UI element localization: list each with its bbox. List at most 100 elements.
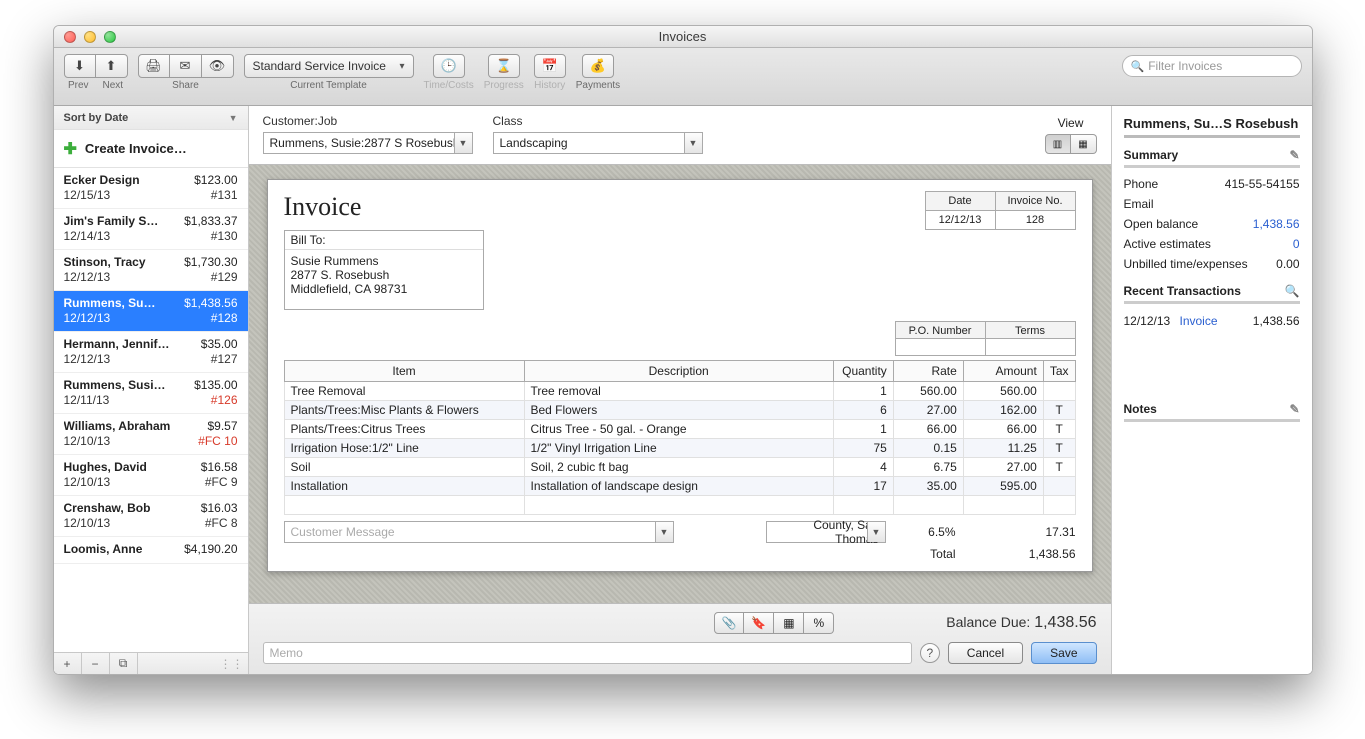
item-amount: $9.57 [198,419,237,433]
memo-placeholder: Memo [270,646,303,660]
close-icon[interactable] [64,31,76,43]
minimize-icon[interactable] [84,31,96,43]
cell-desc: Installation of landscape design [524,477,833,496]
search-input[interactable]: 🔍 Filter Invoices [1122,55,1302,77]
cell-qty: 1 [833,382,893,401]
cell-qty: 17 [833,477,893,496]
table-row-blank[interactable] [284,496,1075,515]
item-number: #128 [184,311,237,325]
item-name: Jim's Family S… [64,214,185,228]
duplicate-button[interactable]: ⧉ [110,653,138,674]
preview-button[interactable]: 👁 [202,54,234,78]
class-field: Class Landscaping ▼ [493,114,703,154]
bill-to-box[interactable]: Bill To: Susie Rummens 2877 S. Rosebush … [284,230,484,310]
history-button[interactable]: 📅 [534,54,566,78]
table-row[interactable]: Irrigation Hose:1/2" Line1/2" Vinyl Irri… [284,439,1075,458]
share-label: Share [172,80,199,91]
progress-button[interactable]: ⌛ [488,54,520,78]
item-date: 12/11/13 [64,393,195,407]
item-number: #130 [184,229,237,243]
class-label: Class [493,114,703,128]
edit-icon[interactable]: ✎ [1289,402,1299,416]
invoice-list-item[interactable]: Ecker Design$123.0012/15/13#131 [54,168,248,209]
help-button[interactable]: ? [920,643,940,663]
progress-label: Progress [484,80,524,91]
customer-field: Customer:Job Rummens, Susie:2877 S Roseb… [263,114,473,154]
cell-rate: 0.15 [893,439,963,458]
payments-button[interactable]: 💰 [582,54,614,78]
table-row[interactable]: SoilSoil, 2 cubic ft bag46.7527.00T [284,458,1075,477]
table-row[interactable]: Plants/Trees:Citrus TreesCitrus Tree - 5… [284,420,1075,439]
memo-input[interactable]: Memo [263,642,912,664]
cancel-button[interactable]: Cancel [948,642,1023,664]
invoice-list-item[interactable]: Williams, Abraham$9.5712/10/13#FC 10 [54,414,248,455]
active-estimates-value[interactable]: 0 [1293,237,1300,251]
invoice-list-item[interactable]: Loomis, Anne$4,190.20 [54,537,248,564]
table-row[interactable]: Tree RemovalTree removal1560.00560.00 [284,382,1075,401]
create-invoice-button[interactable]: ✚ Create Invoice… [54,130,248,168]
cell-qty: 1 [833,420,893,439]
history-group: 📅 History [534,54,566,91]
search-icon[interactable]: 🔍 [1285,284,1300,298]
invoice-list-item[interactable]: Crenshaw, Bob$16.0312/10/13#FC 8 [54,496,248,537]
invoice-no-value[interactable]: 128 [995,210,1076,230]
recent-header: Recent Transactions 🔍 [1124,284,1300,298]
total-label: Total [886,547,956,561]
invoice-list-item[interactable]: Rummens, Susi…$135.0012/11/13#126 [54,373,248,414]
col-qty: Quantity [833,361,893,382]
percent-button[interactable]: % [804,612,834,634]
unbilled-key: Unbilled time/expenses [1124,257,1248,271]
zoom-icon[interactable] [104,31,116,43]
prev-button[interactable]: ⬇ [64,54,96,78]
edit-icon[interactable]: ✎ [1289,148,1299,162]
template-select[interactable]: Standard Service Invoice [244,54,414,78]
mini-toolbar: 📎 🔖 ▦ % [714,612,834,634]
timecosts-button[interactable]: 🕒 [433,54,465,78]
transaction-row[interactable]: 12/12/13 Invoice 1,438.56 [1124,310,1300,332]
table-row[interactable]: Plants/Trees:Misc Plants & FlowersBed Fl… [284,401,1075,420]
bill-to-line: 2877 S. Rosebush [291,268,477,282]
col-rate: Rate [893,361,963,382]
email-button[interactable]: ✉ [170,54,202,78]
next-button[interactable]: ⬆ [96,54,128,78]
class-select[interactable]: Landscaping ▼ [493,132,703,154]
cell-tax: T [1043,420,1075,439]
grid-button[interactable]: ▦ [774,612,804,634]
sort-by-button[interactable]: Sort by Date ▼ [54,106,248,130]
cell-rate: 35.00 [893,477,963,496]
resize-grip-icon[interactable]: ⋮⋮ [220,657,248,671]
invoice-list-item[interactable]: Jim's Family S…$1,833.3712/14/13#130 [54,209,248,250]
search-placeholder: Filter Invoices [1148,59,1222,73]
open-balance-value[interactable]: 1,438.56 [1253,217,1300,231]
add-button[interactable]: + [54,653,82,674]
view-detail-button[interactable]: ▦ [1071,134,1097,154]
item-number: #126 [194,393,237,407]
trans-amount: 1,438.56 [1230,314,1300,328]
timecosts-group: 🕒 Time/Costs [424,54,474,91]
print-button[interactable]: 🖨 [138,54,170,78]
template-group: Standard Service Invoice Current Templat… [244,54,414,91]
save-button[interactable]: Save [1031,642,1096,664]
date-value[interactable]: 12/12/13 [925,210,996,230]
stamp-button[interactable]: 🔖 [744,612,774,634]
customer-select[interactable]: Rummens, Susie:2877 S Rosebush ▼ [263,132,473,154]
terms-value[interactable] [985,338,1076,356]
view-compact-button[interactable]: ▥ [1045,134,1071,154]
remove-button[interactable]: − [82,653,110,674]
invoice-list-item[interactable]: Hermann, Jennif…$35.0012/12/13#127 [54,332,248,373]
invoice-list-item[interactable]: Hughes, David$16.5812/10/13#FC 9 [54,455,248,496]
tax-select[interactable]: County, San Thomas ▼ [766,521,886,543]
cell-rate: 560.00 [893,382,963,401]
attach-button[interactable]: 📎 [714,612,744,634]
calendar-icon: 📅 [542,58,558,74]
table-row[interactable]: InstallationInstallation of landscape de… [284,477,1075,496]
po-value[interactable] [895,338,986,356]
invoice-list-item[interactable]: Stinson, Tracy$1,730.3012/12/13#129 [54,250,248,291]
customer-message-select[interactable]: Customer Message ▼ [284,521,674,543]
invoice-list-item[interactable]: Rummens, Su…$1,438.5612/12/13#128 [54,291,248,332]
cell-item: Soil [284,458,524,477]
item-date: 12/14/13 [64,229,185,243]
bill-to-line: Middlefield, CA 98731 [291,282,477,296]
coins-icon: 💰 [590,58,606,74]
chevron-down-icon: ▼ [655,522,673,542]
